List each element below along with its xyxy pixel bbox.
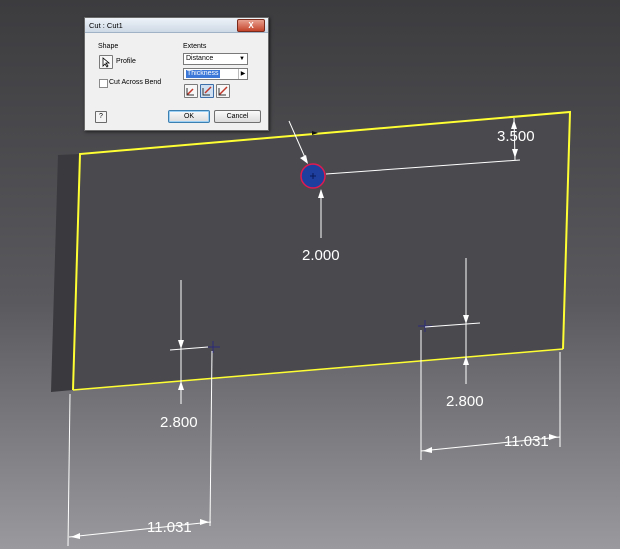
cut-across-bend-checkbox[interactable]	[99, 79, 108, 88]
chevron-right-icon[interactable]: ▶	[238, 69, 247, 79]
distance-value: Thickness	[186, 70, 220, 78]
dim-2800-left-text[interactable]: 2.800	[160, 414, 198, 431]
symmetric-direction-button[interactable]	[216, 84, 230, 98]
close-button[interactable]: X	[237, 19, 265, 32]
profile-label: Profile	[116, 58, 136, 65]
direction-2-button[interactable]	[200, 84, 214, 98]
cut-dialog[interactable]: Cut : Cut1 X Shape Profile Cut Across Be…	[84, 17, 269, 131]
symmetric-direction-icon	[218, 86, 228, 96]
extents-label: Extents	[183, 43, 207, 50]
dim-11031-left-text[interactable]: 11.031	[147, 519, 192, 536]
chevron-down-icon: ▼	[239, 56, 245, 62]
dim-2800-right-text[interactable]: 2.800	[446, 393, 484, 410]
direction-1-button[interactable]	[184, 84, 198, 98]
cancel-button[interactable]: Cancel	[214, 110, 261, 123]
distance-input[interactable]: Thickness ▶	[183, 68, 248, 80]
dialog-titlebar[interactable]: Cut : Cut1 X	[85, 18, 268, 33]
dim-11031-right-text[interactable]: 11.031	[504, 433, 549, 450]
profile-button[interactable]	[99, 55, 113, 69]
dialog-title: Cut : Cut1	[89, 21, 123, 30]
ok-button[interactable]: OK	[168, 110, 210, 123]
help-icon: ?	[99, 113, 103, 120]
cut-across-bend-label: Cut Across Bend	[109, 79, 162, 86]
help-button[interactable]: ?	[95, 111, 107, 123]
cursor-arrow-icon	[102, 57, 111, 68]
dim-2000-text[interactable]: 2.000	[302, 247, 340, 264]
direction-2-icon	[202, 86, 212, 96]
extents-value: Distance	[186, 55, 214, 62]
extents-dropdown[interactable]: Distance ▼	[183, 53, 248, 65]
dim-3500-text[interactable]: 3.500	[497, 128, 535, 145]
hole-feature[interactable]	[300, 163, 326, 189]
shape-label: Shape	[98, 43, 119, 50]
direction-1-icon	[186, 88, 194, 96]
close-icon: X	[248, 21, 254, 30]
